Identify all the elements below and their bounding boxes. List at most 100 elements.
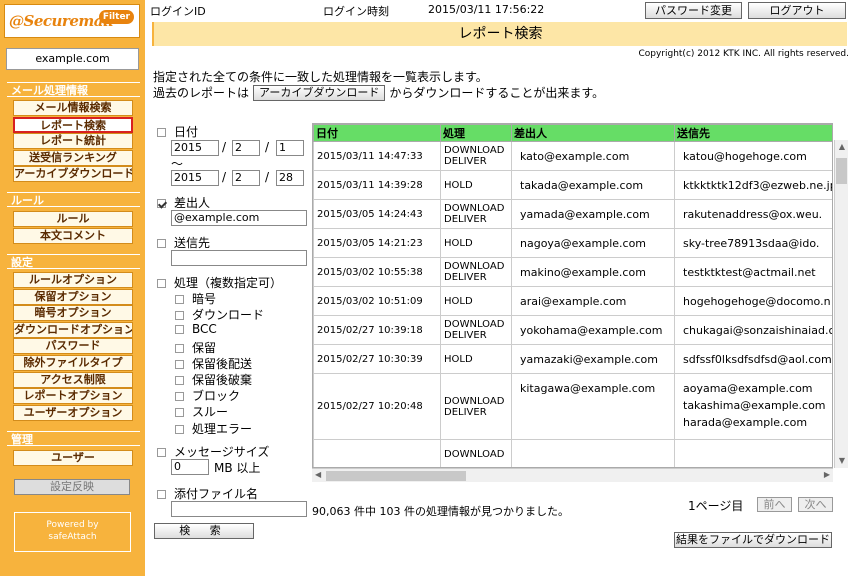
process-option-0: 暗号	[175, 290, 216, 307]
date-to-slash-2: /	[265, 170, 270, 184]
description-line2-pre: 過去のレポートは	[153, 86, 250, 100]
menu-settings-3[interactable]: ダウンロードオプション	[13, 322, 133, 338]
menu-mail-0[interactable]: メール情報検索	[13, 100, 133, 116]
scroll-right-icon[interactable]: ▶	[824, 470, 830, 479]
search-button[interactable]: 検 索	[154, 523, 254, 539]
process-option-checkbox[interactable]	[175, 325, 184, 335]
sidebar: @Securemail Filter example.com メール処理情報 ル…	[0, 0, 145, 576]
size-filter-row: メッセージサイズ	[157, 443, 269, 460]
table-row[interactable]: 2015/02/27 10:30:39 HOLD yamazaki@example.…	[313, 344, 832, 374]
table-row[interactable]: DOWNLOAD	[313, 439, 832, 467]
attachment-input[interactable]	[171, 501, 307, 517]
process-option-checkbox[interactable]	[175, 424, 184, 434]
menu-settings-7[interactable]: レポートオプション	[13, 388, 133, 404]
table-row[interactable]: 2015/03/05 14:21:23 HOLD nagoya@example.co…	[313, 228, 832, 258]
menu-settings-8[interactable]: ユーザーオプション	[13, 405, 133, 421]
process-option-checkbox[interactable]	[175, 343, 184, 353]
table-row[interactable]: 2015/03/11 14:39:28 HOLD takada@example.co…	[313, 170, 833, 200]
recipient-line: hogehogehoge@docomo.n	[683, 294, 831, 308]
menu-mail-3[interactable]: 送受信ランキング	[13, 150, 133, 166]
menu-mail-1[interactable]: レポート検索	[13, 117, 133, 133]
process-checkbox[interactable]	[157, 279, 166, 288]
apply-settings-button[interactable]: 設定反映	[14, 479, 130, 495]
attachment-checkbox[interactable]	[157, 490, 166, 499]
date-to-day-select[interactable]: 28	[276, 170, 304, 186]
horizontal-scrollbar[interactable]: ▶ ◀	[312, 468, 833, 482]
recipient-line: katou@hogehoge.com	[683, 149, 807, 163]
logout-button[interactable]: ログアウト	[748, 2, 846, 19]
menu-admin-0[interactable]: ユーザー	[13, 450, 133, 466]
date-from-day-select[interactable]: 1	[276, 140, 304, 156]
action-line: DELIVER	[444, 156, 487, 167]
prev-page-button[interactable]: 前へ	[757, 497, 792, 512]
action-line: DOWNLOAD	[444, 395, 505, 407]
cell-action: DOWNLOAD DELIVER	[440, 373, 512, 440]
cell-sender: yamazaki@example.com	[511, 344, 675, 374]
action-line: DELIVER	[444, 214, 487, 225]
results-table-container[interactable]: 日付 処理 差出人 送信先 2015/03/11 14:47:33 DOWNLOAD DE…	[312, 123, 833, 468]
cell-action: HOLD	[440, 228, 512, 258]
date-from-year-select[interactable]: 2015	[171, 140, 219, 156]
recipient-checkbox[interactable]	[157, 239, 166, 248]
date-to-year-select[interactable]: 2015	[171, 170, 219, 186]
attachment-label: 添付ファイル名	[174, 487, 259, 501]
scroll-up-icon[interactable]: ▲	[837, 142, 847, 152]
menu-mail-2[interactable]: レポート統計	[13, 133, 133, 149]
horizontal-scroll-thumb[interactable]	[326, 471, 466, 481]
process-option-label: 処理エラー	[192, 421, 253, 436]
powered-by-badge: Powered by safeAttach	[14, 512, 131, 552]
change-password-button[interactable]: パスワード変更	[645, 2, 742, 19]
scroll-down-icon[interactable]: ▼	[837, 456, 847, 466]
process-option-8: 処理エラー	[175, 420, 252, 437]
date-from-month-select[interactable]: 2	[232, 140, 260, 156]
sender-input[interactable]: @example.com	[171, 210, 307, 226]
menu-settings-0[interactable]: ルールオプション	[13, 272, 133, 288]
next-page-button[interactable]: 次へ	[798, 497, 833, 512]
cell-sender: takada@example.com	[511, 170, 675, 200]
table-row[interactable]: 2015/03/05 14:24:43 DOWNLOAD DELIVER yamada…	[313, 199, 832, 229]
process-option-checkbox[interactable]	[175, 359, 184, 369]
process-option-label: 保留後破棄	[192, 373, 253, 387]
date-checkbox[interactable]	[157, 128, 166, 137]
process-option-checkbox[interactable]	[175, 295, 184, 304]
description-line2-post: からダウンロードすることが出来ます。	[389, 86, 605, 100]
process-option-checkbox[interactable]	[175, 376, 184, 385]
menu-settings-1[interactable]: 保留オプション	[13, 289, 133, 305]
top-bar: ログインID ログイン時刻 2015/03/11 17:56:22	[145, 0, 853, 20]
cell-sender: yamada@example.com	[511, 199, 675, 229]
recipient-line: ktkktktk12df3@ezweb.ne.jp	[683, 178, 833, 192]
action-line: DELIVER	[444, 406, 487, 418]
size-input[interactable]: 0	[171, 459, 209, 475]
process-option-checkbox[interactable]	[175, 392, 184, 402]
cell-recipient: sdfssf0lksdfsdfsd@aol.com	[674, 344, 832, 374]
section-title-admin: 管理	[7, 431, 140, 446]
download-results-button[interactable]: 結果をファイルでダウンロード	[674, 532, 832, 548]
table-row[interactable]: 2015/02/27 10:20:48 DOWNLOAD DELIVER kitaga…	[313, 373, 832, 440]
table-row[interactable]: 2015/03/02 10:55:38 DOWNLOAD DELIVER makino…	[313, 257, 832, 287]
menu-settings-6[interactable]: アクセス制限	[13, 372, 133, 388]
vertical-scroll-thumb[interactable]	[836, 158, 847, 184]
menu-settings-5[interactable]: 除外ファイルタイプ	[13, 355, 133, 371]
recipient-input[interactable]	[171, 250, 307, 266]
date-to-month-select[interactable]: 2	[232, 170, 260, 186]
menu-rule-1[interactable]: 本文コメント	[13, 228, 133, 244]
menu-settings-4[interactable]: パスワード	[13, 338, 133, 354]
menu-rule-0[interactable]: ルール	[13, 211, 133, 227]
process-option-7: スルー	[175, 403, 228, 420]
process-option-label: スルー	[192, 405, 229, 420]
table-row[interactable]: 2015/03/11 14:47:33 DOWNLOAD DELIVER kato@e…	[313, 141, 832, 171]
table-row[interactable]: 2015/03/02 10:51:09 HOLD arai@example.com h…	[313, 286, 832, 316]
sender-checkbox[interactable]	[157, 199, 166, 208]
menu-mail-4[interactable]: アーカイブダウンロード	[13, 166, 133, 182]
vertical-scrollbar[interactable]: ▲ ▼	[834, 140, 848, 468]
size-checkbox[interactable]	[157, 448, 166, 457]
archive-download-button[interactable]: アーカイブダウンロード	[253, 84, 386, 101]
action-line: DOWNLOAD	[444, 145, 505, 156]
process-option-checkbox[interactable]	[175, 311, 184, 321]
cell-date: 2015/03/05 14:24:43	[313, 199, 441, 229]
login-id-label: ログインID	[150, 5, 206, 18]
process-option-checkbox[interactable]	[175, 408, 184, 418]
table-row[interactable]: 2015/02/27 10:39:18 DOWNLOAD DELIVER yokoha…	[313, 315, 832, 345]
scroll-left-icon[interactable]: ◀	[315, 470, 321, 479]
menu-settings-2[interactable]: 暗号オプション	[13, 305, 133, 321]
